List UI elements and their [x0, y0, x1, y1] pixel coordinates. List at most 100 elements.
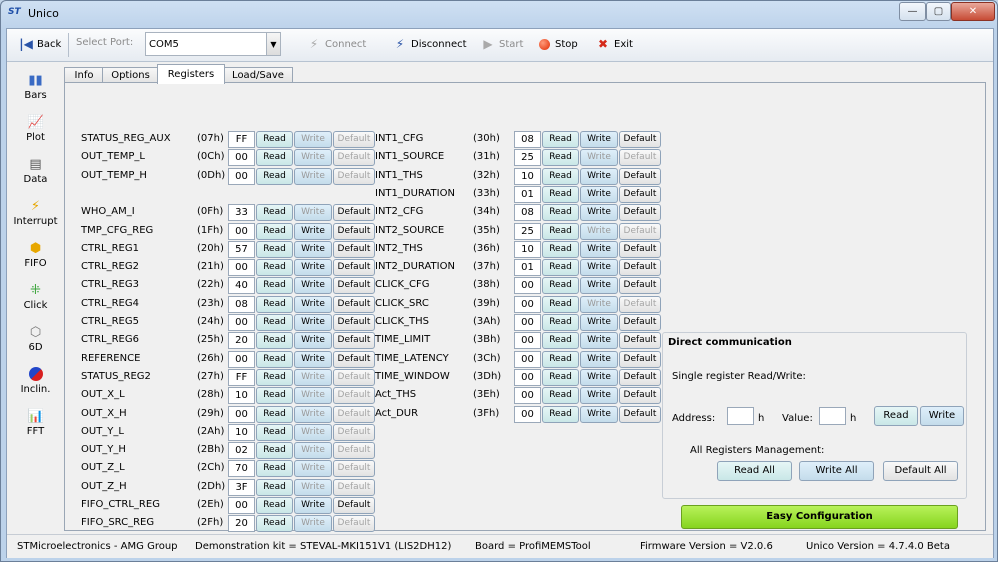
register-default-button[interactable]: Default [619, 387, 661, 405]
register-write-button[interactable]: Write [294, 478, 332, 496]
register-default-button[interactable]: Default [619, 185, 661, 203]
register-read-button[interactable]: Read [256, 442, 293, 460]
register-default-button[interactable]: Default [333, 515, 375, 533]
register-value-field[interactable]: 00 [228, 497, 255, 514]
register-write-button[interactable]: Write [580, 295, 618, 313]
value-input[interactable] [819, 407, 846, 425]
register-read-button[interactable]: Read [542, 332, 579, 350]
register-read-button[interactable]: Read [542, 405, 579, 423]
sidebar-item-6d[interactable]: ⬡ 6D [7, 323, 64, 363]
sidebar-item-fft[interactable]: 📊 FFT [7, 407, 64, 447]
register-default-button[interactable]: Default [333, 442, 375, 460]
register-write-button[interactable]: Write [580, 222, 618, 240]
register-value-field[interactable]: 10 [514, 240, 541, 258]
register-default-button[interactable]: Default [333, 259, 375, 277]
register-read-button[interactable]: Read [256, 295, 293, 313]
start-button[interactable]: ▶ Start [481, 37, 523, 51]
register-write-button[interactable]: Write [294, 368, 332, 386]
register-default-button[interactable]: Default [619, 295, 661, 313]
register-value-field[interactable]: 00 [228, 405, 255, 423]
register-read-button[interactable]: Read [256, 259, 293, 277]
register-write-button[interactable]: Write [580, 149, 618, 167]
register-value-field[interactable]: 00 [514, 405, 541, 423]
register-value-field[interactable]: 33 [228, 204, 255, 222]
register-value-field[interactable]: 40 [228, 277, 255, 295]
register-write-button[interactable]: Write [580, 277, 618, 295]
register-value-field[interactable]: 20 [228, 332, 255, 350]
register-read-button[interactable]: Read [256, 277, 293, 295]
sidebar-item-inclin[interactable]: Inclin. [7, 365, 64, 405]
register-read-button[interactable]: Read [256, 387, 293, 405]
register-value-field[interactable]: 10 [228, 423, 255, 441]
register-value-field[interactable]: 25 [514, 222, 541, 240]
register-default-button[interactable]: Default [619, 314, 661, 331]
register-default-button[interactable]: Default [619, 259, 661, 277]
register-write-button[interactable]: Write [294, 423, 332, 441]
register-write-button[interactable]: Write [580, 131, 618, 148]
register-read-button[interactable]: Read [256, 478, 293, 496]
register-read-button[interactable]: Read [256, 240, 293, 258]
port-combobox[interactable]: COM5 ▼ [145, 32, 281, 56]
register-default-button[interactable]: Default [619, 240, 661, 258]
register-value-field[interactable]: 10 [514, 167, 541, 185]
register-write-button[interactable]: Write [580, 387, 618, 405]
exit-button[interactable]: ✖ Exit [596, 37, 633, 51]
read-all-button[interactable]: Read All [717, 461, 792, 481]
write-all-button[interactable]: Write All [799, 461, 874, 481]
register-write-button[interactable]: Write [294, 167, 332, 185]
register-value-field[interactable]: 00 [228, 149, 255, 167]
register-write-button[interactable]: Write [580, 259, 618, 277]
register-value-field[interactable]: 00 [228, 222, 255, 240]
register-value-field[interactable]: 00 [514, 368, 541, 386]
register-default-button[interactable]: Default [619, 222, 661, 240]
register-read-button[interactable]: Read [542, 295, 579, 313]
register-write-button[interactable]: Write [580, 350, 618, 368]
register-read-button[interactable]: Read [542, 387, 579, 405]
register-read-button[interactable]: Read [542, 350, 579, 368]
register-read-button[interactable]: Read [542, 222, 579, 240]
address-input[interactable] [727, 407, 754, 425]
register-read-button[interactable]: Read [542, 277, 579, 295]
register-read-button[interactable]: Read [256, 222, 293, 240]
register-default-button[interactable]: Default [619, 149, 661, 167]
register-write-button[interactable]: Write [294, 515, 332, 533]
disconnect-button[interactable]: ⚡ Disconnect [393, 37, 467, 51]
register-value-field[interactable]: 00 [228, 259, 255, 277]
register-read-button[interactable]: Read [542, 204, 579, 222]
register-default-button[interactable]: Default [619, 167, 661, 185]
register-default-button[interactable]: Default [619, 350, 661, 368]
register-value-field[interactable]: 00 [514, 314, 541, 331]
register-write-button[interactable]: Write [294, 295, 332, 313]
register-value-field[interactable]: 3F [228, 478, 255, 496]
register-write-button[interactable]: Write [294, 350, 332, 368]
register-read-button[interactable]: Read [256, 149, 293, 167]
direct-write-button[interactable]: Write [920, 406, 964, 426]
register-read-button[interactable]: Read [542, 149, 579, 167]
register-value-field[interactable]: 00 [228, 350, 255, 368]
register-write-button[interactable]: Write [580, 167, 618, 185]
register-default-button[interactable]: Default [333, 167, 375, 185]
register-read-button[interactable]: Read [256, 204, 293, 222]
register-write-button[interactable]: Write [294, 131, 332, 148]
register-write-button[interactable]: Write [580, 332, 618, 350]
register-read-button[interactable]: Read [256, 460, 293, 478]
register-value-field[interactable]: 08 [514, 204, 541, 222]
sidebar-item-interrupt[interactable]: ⚡ Interrupt [7, 197, 64, 237]
register-read-button[interactable]: Read [542, 368, 579, 386]
register-value-field[interactable]: 00 [514, 387, 541, 405]
register-default-button[interactable]: Default [619, 405, 661, 423]
register-write-button[interactable]: Write [294, 240, 332, 258]
register-write-button[interactable]: Write [580, 314, 618, 331]
connect-button[interactable]: ⚡ Connect [307, 37, 367, 51]
easy-configuration-button[interactable]: Easy Configuration [681, 505, 958, 529]
register-default-button[interactable]: Default [619, 277, 661, 295]
tab-registers[interactable]: Registers [157, 64, 225, 84]
back-button[interactable]: |◀ Back [19, 37, 61, 51]
register-write-button[interactable]: Write [294, 442, 332, 460]
register-read-button[interactable]: Read [256, 368, 293, 386]
register-read-button[interactable]: Read [256, 350, 293, 368]
register-default-button[interactable]: Default [333, 423, 375, 441]
register-write-button[interactable]: Write [294, 222, 332, 240]
register-read-button[interactable]: Read [542, 167, 579, 185]
register-default-button[interactable]: Default [333, 204, 375, 222]
